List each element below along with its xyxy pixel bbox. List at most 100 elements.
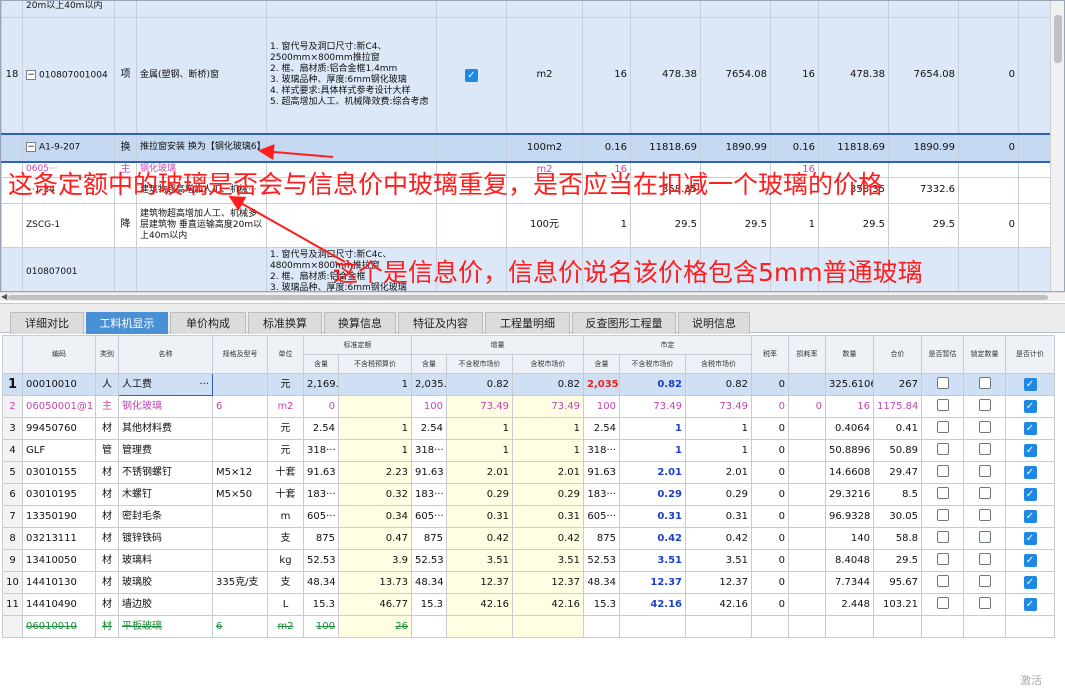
unchecked-checkbox-icon[interactable] — [937, 421, 949, 433]
lock-quantity-cell[interactable] — [964, 616, 1006, 638]
city-market-price[interactable]: 42.16 — [620, 594, 686, 616]
material-name[interactable]: 玻璃胶 — [119, 572, 213, 594]
city-market-price[interactable] — [620, 616, 686, 638]
is-estimate-cell[interactable] — [922, 528, 964, 550]
material-name[interactable]: 平板玻璃 — [119, 616, 213, 638]
material-name[interactable]: 镀锌铁码 — [119, 528, 213, 550]
quota-row[interactable]: 18−010807001004项金属(塑钢、断桥)窗1. 窗代号及洞口尺寸:新C… — [2, 18, 1065, 134]
checked-checkbox-icon[interactable]: ✓ — [1024, 598, 1037, 611]
item-name[interactable]: 建筑物超高增加人工、机械多层建筑物 垂直运输高度20m以上40m以内 — [137, 203, 267, 247]
tab-4[interactable]: 换算信息 — [324, 312, 396, 334]
material-code[interactable]: 99450760 — [23, 418, 96, 440]
column-header[interactable]: 单位 — [268, 336, 304, 374]
tab-2[interactable]: 单价构成 — [170, 312, 246, 334]
sub-column-header[interactable]: 含量 — [412, 355, 447, 374]
column-header[interactable]: 数量 — [826, 336, 874, 374]
material-row[interactable]: 603010195材木螺钉M5×50十套183···0.32183···0.29… — [3, 484, 1055, 506]
is-estimate-cell[interactable] — [922, 462, 964, 484]
is-estimate-cell[interactable] — [922, 440, 964, 462]
unchecked-checkbox-icon[interactable] — [979, 443, 991, 455]
material-row[interactable]: 503010155材不锈钢螺钉M5×12十套91.632.2391.632.01… — [3, 462, 1055, 484]
unchecked-checkbox-icon[interactable] — [937, 443, 949, 455]
unchecked-checkbox-icon[interactable] — [937, 465, 949, 477]
column-header[interactable]: 编码 — [23, 336, 96, 374]
material-row[interactable]: 06010010材平板玻璃6m210026 — [3, 616, 1055, 638]
is-priced-cell[interactable]: ✓ — [1006, 374, 1055, 396]
material-code[interactable]: 14410130 — [23, 572, 96, 594]
is-estimate-cell[interactable] — [922, 418, 964, 440]
sub-column-header[interactable]: 含量 — [584, 355, 620, 374]
checked-checkbox-icon[interactable]: ✓ — [1024, 554, 1037, 567]
item-name[interactable]: 推拉窗安装 换为【钢化玻璃6】 — [137, 134, 267, 162]
checked-checkbox-icon[interactable]: ✓ — [1024, 400, 1037, 413]
material-row[interactable]: 4GLF管管理费元318···1318···11318···11050.8896… — [3, 440, 1055, 462]
column-header[interactable]: 是否计价 — [1006, 336, 1055, 374]
material-name[interactable]: 管理费 — [119, 440, 213, 462]
is-priced-cell[interactable]: ✓ — [1006, 550, 1055, 572]
is-estimate-cell[interactable] — [922, 396, 964, 418]
sub-column-header[interactable]: 不含税市场价 — [447, 355, 513, 374]
is-priced-cell[interactable]: ✓ — [1006, 484, 1055, 506]
item-code[interactable]: 010807001 — [23, 247, 115, 292]
column-header[interactable]: 市定 — [584, 336, 752, 355]
material-code[interactable]: 00010010 — [23, 374, 96, 396]
is-estimate-cell[interactable] — [922, 484, 964, 506]
checked-checkbox-icon[interactable]: ✓ — [1024, 378, 1037, 391]
unchecked-checkbox-icon[interactable] — [979, 509, 991, 521]
material-row[interactable]: 206050001@1主钢化玻璃6m2010073.4973.4910073.4… — [3, 396, 1055, 418]
material-row[interactable]: 913410050材玻璃料kg52.533.952.533.513.5152.5… — [3, 550, 1055, 572]
is-estimate-cell[interactable] — [922, 594, 964, 616]
item-checkbox-cell[interactable] — [437, 203, 507, 247]
column-header[interactable]: 是否暂估 — [922, 336, 964, 374]
unchecked-checkbox-icon[interactable] — [979, 487, 991, 499]
unchecked-checkbox-icon[interactable] — [937, 597, 949, 609]
column-header[interactable]: 税率 — [752, 336, 789, 374]
lock-quantity-cell[interactable] — [964, 550, 1006, 572]
item-checkbox-cell[interactable] — [437, 134, 507, 162]
material-row[interactable]: 803213111材镀锌铁码支8750.478750.420.428750.42… — [3, 528, 1055, 550]
column-header[interactable]: 损耗率 — [789, 336, 826, 374]
item-checkbox-cell[interactable] — [437, 0, 507, 18]
checked-checkbox-icon[interactable]: ✓ — [1024, 576, 1037, 589]
unchecked-checkbox-icon[interactable] — [979, 553, 991, 565]
material-name[interactable]: 玻璃料 — [119, 550, 213, 572]
material-name[interactable]: 钢化玻璃 — [119, 396, 213, 418]
unchecked-checkbox-icon[interactable] — [937, 487, 949, 499]
material-code[interactable]: 03010155 — [23, 462, 96, 484]
sub-column-header[interactable]: 含税市场价 — [513, 355, 584, 374]
unchecked-checkbox-icon[interactable] — [937, 377, 949, 389]
item-checkbox-cell[interactable]: ✓ — [437, 18, 507, 134]
item-code[interactable]: 20m以上40m以内 — [23, 0, 115, 18]
is-estimate-cell[interactable] — [922, 506, 964, 528]
lock-quantity-cell[interactable] — [964, 418, 1006, 440]
tab-6[interactable]: 工程量明细 — [485, 312, 570, 334]
city-market-price[interactable]: 73.49 — [620, 396, 686, 418]
unchecked-checkbox-icon[interactable] — [979, 575, 991, 587]
checked-checkbox-icon[interactable]: ✓ — [465, 69, 478, 82]
sub-column-header[interactable]: 含量 — [304, 355, 339, 374]
checked-checkbox-icon[interactable]: ✓ — [1024, 422, 1037, 435]
tab-1[interactable]: 工料机显示 — [86, 312, 168, 334]
item-code[interactable]: −010807001004 — [23, 18, 115, 134]
unchecked-checkbox-icon[interactable] — [937, 553, 949, 565]
tab-3[interactable]: 标准换算 — [248, 312, 322, 334]
checked-checkbox-icon[interactable]: ✓ — [1024, 466, 1037, 479]
tree-collapse-icon[interactable]: − — [26, 142, 36, 152]
unchecked-checkbox-icon[interactable] — [979, 399, 991, 411]
column-header[interactable]: 类别 — [96, 336, 119, 374]
material-row[interactable]: 1114410490材墙边胶L15.346.7715.342.1642.1615… — [3, 594, 1055, 616]
city-market-price[interactable]: 0.42 — [620, 528, 686, 550]
material-name[interactable]: 密封毛条 — [119, 506, 213, 528]
is-priced-cell[interactable]: ✓ — [1006, 396, 1055, 418]
quota-row[interactable]: −A1-9-207换推拉窗安装 换为【钢化玻璃6】100m20.1611818.… — [2, 134, 1065, 162]
is-priced-cell[interactable]: ✓ — [1006, 462, 1055, 484]
material-row[interactable]: 100010010人人工费···元2,169.5812,035.0660.820… — [3, 374, 1055, 396]
unchecked-checkbox-icon[interactable] — [979, 531, 991, 543]
material-row[interactable]: 399450760材其他材料费元2.5412.54112.541100.4064… — [3, 418, 1055, 440]
quota-row[interactable]: ZSCG-1降建筑物超高增加人工、机械多层建筑物 垂直运输高度20m以上40m以… — [2, 203, 1065, 247]
item-code[interactable]: ZSCG-1 — [23, 203, 115, 247]
column-header[interactable] — [3, 336, 23, 374]
is-estimate-cell[interactable] — [922, 550, 964, 572]
lock-quantity-cell[interactable] — [964, 484, 1006, 506]
is-estimate-cell[interactable] — [922, 374, 964, 396]
